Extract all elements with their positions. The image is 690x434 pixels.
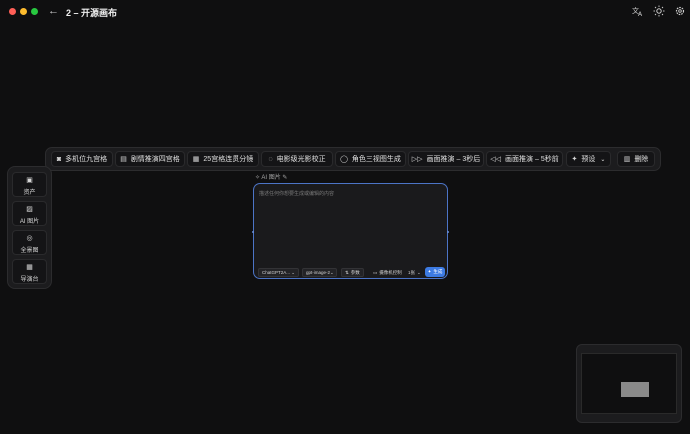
- camera-control-button[interactable]: ▭ 摄像机控制: [373, 268, 402, 277]
- infer-5s-before-button[interactable]: ◁◁ 画面推演 – 5秒前: [486, 151, 563, 167]
- globe-icon: ◎: [26, 235, 33, 242]
- chevron-down-icon: ⌄: [330, 269, 334, 275]
- model-select[interactable]: ChatGPT2A... ⌄: [258, 268, 299, 277]
- sidebar-item-director[interactable]: ▦ 导演台: [12, 259, 47, 284]
- sidebar-item-label: 资产: [23, 190, 36, 196]
- toolbar-label: 剧情推演四宫格: [130, 156, 180, 163]
- toolbar-label: 电影级光影校正: [276, 156, 326, 163]
- translate-icon[interactable]: 文A: [632, 5, 644, 18]
- image-icon: ▣: [26, 177, 33, 184]
- wand-icon: ✦: [427, 269, 432, 274]
- toolbar-label: 25宫格连贯分镜: [203, 156, 254, 163]
- title-bar: ← 2 – 开源画布 文A: [0, 0, 690, 24]
- video-camera-icon: ▭: [373, 269, 378, 275]
- sparkle-icon: ✦: [571, 156, 578, 163]
- cinematic-light-correction-button[interactable]: ◌ 电影级光影校正: [261, 151, 333, 167]
- sliders-icon: ⇅: [345, 269, 349, 275]
- trash-icon: ▥: [623, 156, 631, 163]
- generate-label: 生成: [433, 269, 443, 274]
- generate-button[interactable]: ✦ 生成: [425, 267, 445, 277]
- back-arrow-icon[interactable]: ←: [48, 5, 59, 17]
- params-label: 参数: [350, 269, 360, 275]
- story-four-grid-button[interactable]: ▤ 剧情推演四宫格: [115, 151, 185, 167]
- infer-3s-after-button[interactable]: ▷▷ 画面推演 – 3秒后: [408, 151, 484, 167]
- sidebar-item-ai-image[interactable]: ▨ AI 图片: [12, 201, 47, 226]
- zoom-window-button[interactable]: [31, 8, 38, 15]
- camera-icon: ◙: [56, 155, 62, 163]
- minimap[interactable]: [576, 344, 682, 423]
- ai-image-node[interactable]: ChatGPT2A... ⌄ gpt-image-2 ⌄ ⇅ 参数 ▭ 摄像机控…: [252, 183, 449, 279]
- edit-icon[interactable]: ✎: [282, 175, 287, 181]
- prompt-input[interactable]: [259, 190, 442, 262]
- minimize-window-button[interactable]: [20, 8, 27, 15]
- sun-icon[interactable]: [653, 5, 665, 17]
- rewind-icon: ◁◁: [490, 156, 502, 163]
- params-button[interactable]: ⇅ 参数: [341, 268, 364, 277]
- sidebar-item-label: AI 图片: [19, 219, 40, 225]
- sidebar-item-label: 全景图: [20, 248, 39, 254]
- toolbar-label: 画面推演 – 3秒后: [426, 156, 481, 163]
- node-toolbar: ◙ 多机位九宫格 ▤ 剧情推演四宫格 ▦ 25宫格连贯分镜 ◌ 电影级光影校正 …: [45, 147, 661, 171]
- ai-image-icon: ▨: [26, 206, 33, 213]
- node-header: ✧ AI 图片 ✎: [255, 172, 287, 181]
- ai-sparkle-icon: ✧: [255, 175, 261, 181]
- lightbulb-icon: ◌: [268, 155, 273, 163]
- sidebar-item-panorama[interactable]: ◎ 全景图: [12, 230, 47, 255]
- output-handle[interactable]: [447, 231, 449, 233]
- toolbar-label: 角色三视图生成: [351, 156, 401, 163]
- multi-camera-grid-button[interactable]: ◙ 多机位九宫格: [51, 151, 113, 167]
- toolbar-label: 多机位九宫格: [65, 156, 108, 163]
- toolbar-label: 画面推演 – 5秒前: [505, 156, 559, 163]
- chevron-down-icon: ⌄: [600, 156, 606, 163]
- toolbar-label: 预设: [581, 156, 596, 163]
- svg-text:A: A: [638, 11, 643, 17]
- minimap-viewport: [581, 353, 677, 414]
- sidebar-item-label: 导演台: [20, 277, 39, 283]
- presets-dropdown[interactable]: ✦ 预设 ⌄: [566, 151, 611, 167]
- node-title: AI 图片: [261, 175, 281, 181]
- image-model-select[interactable]: gpt-image-2 ⌄: [302, 268, 337, 277]
- fast-forward-icon: ▷▷: [411, 156, 423, 163]
- chevron-down-icon: ⌄: [291, 269, 295, 275]
- model-select-value: ChatGPT2A...: [262, 270, 291, 275]
- gear-icon[interactable]: [674, 5, 686, 17]
- delete-button[interactable]: ▥ 删除: [617, 151, 655, 167]
- person-icon: ◯: [340, 156, 348, 163]
- left-side-panel: ▣ 资产 ▨ AI 图片 ◎ 全景图 ▦ 导演台: [7, 166, 52, 289]
- toolbar-label: 删除: [634, 156, 649, 163]
- minimap-node: [621, 382, 649, 397]
- count-select[interactable]: 1张 ⌄: [408, 268, 421, 277]
- storyboard-25-grid-button[interactable]: ▦ 25宫格连贯分镜: [187, 151, 259, 167]
- film-icon: ▦: [192, 156, 200, 163]
- count-value: 1张: [408, 269, 416, 275]
- camera-control-label: 摄像机控制: [379, 269, 402, 275]
- character-three-view-button[interactable]: ◯ 角色三视图生成: [335, 151, 406, 167]
- input-handle[interactable]: [252, 231, 254, 233]
- image-model-value: gpt-image-2: [306, 270, 331, 275]
- sidebar-item-assets[interactable]: ▣ 资产: [12, 172, 47, 197]
- clapperboard-icon: ▤: [120, 156, 127, 163]
- close-window-button[interactable]: [9, 8, 16, 15]
- grid-icon: ▦: [26, 264, 33, 271]
- window-title: 2 – 开源画布: [66, 8, 118, 18]
- chevron-down-icon: ⌄: [417, 269, 421, 275]
